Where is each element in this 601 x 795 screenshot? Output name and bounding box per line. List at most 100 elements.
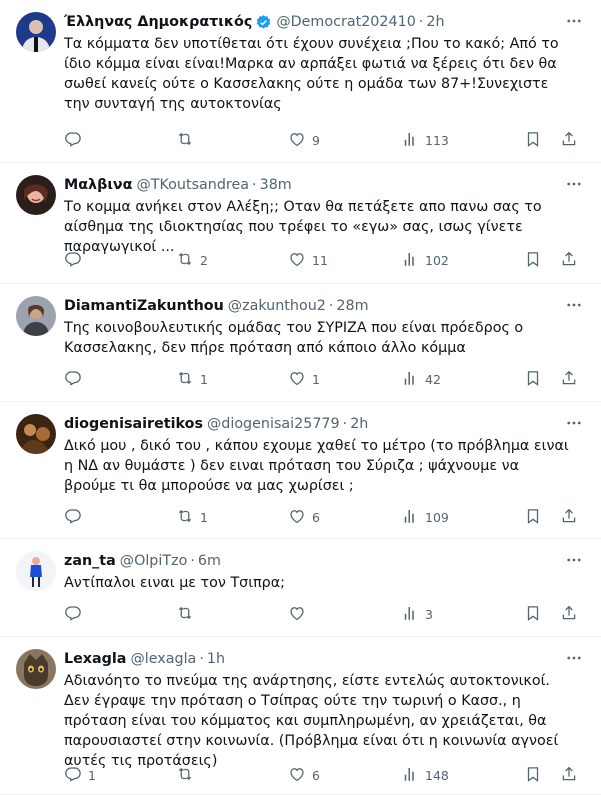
share-button[interactable] xyxy=(560,604,578,624)
tweet-actions: 2 11 102 xyxy=(64,250,584,270)
tweet-header: diogenisairetikos @diogenisai25779 · 2h xyxy=(64,414,585,434)
tweet-time[interactable]: 2h xyxy=(426,12,444,32)
tweet-actions: 3 xyxy=(64,604,584,624)
tweet-time[interactable]: 6m xyxy=(198,551,221,571)
views-button[interactable]: 113 xyxy=(401,130,449,150)
views-button[interactable]: 42 xyxy=(401,369,441,389)
tweet-text: Αντίπαλοι ειναι με τον Τσιπρα; xyxy=(64,575,286,591)
share-button[interactable] xyxy=(560,507,578,527)
tweet[interactable]: DiamantiZakunthou @zakunthou2 · 28m Της … xyxy=(0,284,601,402)
like-button[interactable]: 6 xyxy=(288,507,320,527)
retweet-icon xyxy=(176,507,194,528)
like-button[interactable]: 1 xyxy=(288,369,320,389)
tweet[interactable]: Έλληνας Δημοκρατικός @Democrat202410 · 2… xyxy=(0,0,601,163)
views-button[interactable]: 109 xyxy=(401,507,449,527)
tweet-actions: 1 1 42 xyxy=(64,369,584,389)
avatar[interactable] xyxy=(16,649,56,689)
verified-badge-icon xyxy=(255,14,272,31)
retweet-button[interactable] xyxy=(176,604,200,624)
heart-icon xyxy=(288,765,306,786)
view-count: 109 xyxy=(425,509,449,525)
retweet-button[interactable] xyxy=(176,130,200,150)
like-count: 6 xyxy=(312,767,320,783)
bookmark-button[interactable] xyxy=(524,250,542,270)
reply-button[interactable] xyxy=(64,507,88,527)
avatar[interactable] xyxy=(16,12,56,52)
retweet-button[interactable]: 2 xyxy=(176,250,208,270)
avatar[interactable] xyxy=(16,551,56,591)
separator-dot: · xyxy=(418,14,424,30)
like-button[interactable] xyxy=(288,604,312,624)
retweet-button[interactable]: 1 xyxy=(176,507,208,527)
like-button[interactable]: 6 xyxy=(288,765,320,785)
author-name[interactable]: diogenisairetikos xyxy=(64,414,203,434)
tweet[interactable]: zan_ta @OlpiTzo · 6m Αντίπαλοι ειναι με … xyxy=(0,539,601,637)
bookmark-button[interactable] xyxy=(524,130,542,150)
tweet-actions: 9 113 xyxy=(64,130,584,150)
avatar[interactable] xyxy=(16,175,56,215)
avatar[interactable] xyxy=(16,296,56,336)
share-button[interactable] xyxy=(560,130,578,150)
tweet[interactable]: diogenisairetikos @diogenisai25779 · 2h … xyxy=(0,402,601,539)
views-button[interactable]: 102 xyxy=(401,250,449,270)
tweet-actions: 1 6 148 xyxy=(64,765,584,785)
like-button[interactable]: 11 xyxy=(288,250,328,270)
bookmark-button[interactable] xyxy=(524,507,542,527)
tweet-header: zan_ta @OlpiTzo · 6m xyxy=(64,551,585,571)
author-handle[interactable]: @Democrat202410 xyxy=(276,12,415,32)
avatar[interactable] xyxy=(16,414,56,454)
reply-button[interactable] xyxy=(64,130,88,150)
author-name[interactable]: DiamantiZakunthou xyxy=(64,296,224,316)
author-name[interactable]: Έλληνας Δημοκρατικός xyxy=(64,12,252,32)
tweet-text: Της κοινοβουλευτικής ομάδας του ΣΥΡΙΖΑ π… xyxy=(64,320,524,356)
reply-button[interactable] xyxy=(64,250,88,270)
reply-button[interactable] xyxy=(64,604,88,624)
bookmark-button[interactable] xyxy=(524,765,542,785)
reply-button[interactable]: 1 xyxy=(64,765,96,785)
author-handle[interactable]: @diogenisai25779 xyxy=(207,414,340,434)
author-handle[interactable]: @lexagla xyxy=(130,649,196,669)
tweet-header: Lexagla @lexagla · 1h xyxy=(64,649,585,669)
retweet-icon xyxy=(176,250,194,271)
author-handle[interactable]: @OlpiTzo xyxy=(120,551,188,571)
author-name[interactable]: Μαλβινα xyxy=(64,175,132,195)
retweet-button[interactable]: 1 xyxy=(176,369,208,389)
tweet-header: Έλληνας Δημοκρατικός @Democrat202410 · 2… xyxy=(64,12,585,32)
heart-icon xyxy=(288,130,306,151)
reply-feed: Έλληνας Δημοκρατικός @Democrat202410 · 2… xyxy=(0,0,601,795)
bar-chart-icon xyxy=(401,604,419,625)
retweet-count: 2 xyxy=(200,252,208,268)
tweet[interactable]: Lexagla @lexagla · 1h Αδιανόητο το πνεύμ… xyxy=(0,637,601,795)
author-handle[interactable]: @TKoutsandrea xyxy=(136,175,249,195)
tweet-time[interactable]: 38m xyxy=(260,175,292,195)
views-button[interactable]: 3 xyxy=(401,604,433,624)
tweet-time[interactable]: 28m xyxy=(336,296,368,316)
tweet[interactable]: Μαλβινα @TKoutsandrea · 38m Το κομμα ανή… xyxy=(0,163,601,284)
like-count: 9 xyxy=(312,132,320,148)
bookmark-button[interactable] xyxy=(524,604,542,624)
bar-chart-icon xyxy=(401,765,419,786)
heart-icon xyxy=(288,604,306,625)
reply-button[interactable] xyxy=(64,369,88,389)
share-button[interactable] xyxy=(560,765,578,785)
share-button[interactable] xyxy=(560,369,578,389)
share-button[interactable] xyxy=(560,250,578,270)
retweet-icon xyxy=(176,369,194,390)
view-count: 3 xyxy=(425,606,433,622)
bookmark-button[interactable] xyxy=(524,369,542,389)
share-icon xyxy=(560,369,578,390)
reply-icon xyxy=(64,250,82,271)
views-button[interactable]: 148 xyxy=(401,765,449,785)
like-button[interactable]: 9 xyxy=(288,130,320,150)
author-name[interactable]: Lexagla xyxy=(64,649,126,669)
retweet-icon xyxy=(176,604,194,625)
bar-chart-icon xyxy=(401,369,419,390)
retweet-button[interactable] xyxy=(176,765,200,785)
tweet-time[interactable]: 2h xyxy=(350,414,368,434)
reply-icon xyxy=(64,369,82,390)
tweet-time[interactable]: 1h xyxy=(207,649,225,669)
author-name[interactable]: zan_ta xyxy=(64,551,116,571)
tweet-text: Το κομμα ανήκει στον Αλέξη;; Οταν θα πετ… xyxy=(64,199,542,255)
author-handle[interactable]: @zakunthou2 xyxy=(228,296,326,316)
separator-dot: · xyxy=(252,177,257,193)
